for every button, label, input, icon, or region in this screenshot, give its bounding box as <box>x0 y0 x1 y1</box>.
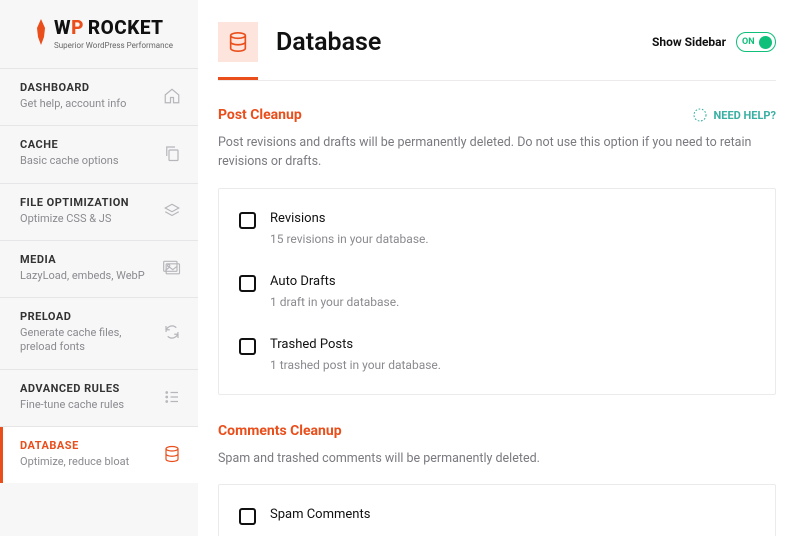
nav-title: MEDIA <box>20 253 145 266</box>
show-sidebar-label: Show Sidebar <box>652 35 726 49</box>
main-panel: Database Show Sidebar ON Post Cleanup NE… <box>198 0 800 536</box>
option-revisions: Revisions 15 revisions in your database. <box>219 197 775 260</box>
option-title: Revisions <box>270 211 429 226</box>
nav-sub: Basic cache options <box>20 154 119 168</box>
nav-title: CACHE <box>20 138 119 151</box>
help-icon <box>692 107 708 123</box>
brand-wp: WP <box>54 19 84 38</box>
page-title: Database <box>276 28 634 57</box>
section-title: Comments Cleanup <box>218 423 342 439</box>
toggle-knob <box>759 36 772 49</box>
checkbox-auto-drafts[interactable] <box>239 275 256 292</box>
brand-logo: WP ROCKET Superior WordPress Performance <box>0 0 198 68</box>
sidebar-item-cache[interactable]: CACHE Basic cache options <box>0 125 198 182</box>
checkbox-trashed-posts[interactable] <box>239 338 256 355</box>
sidebar-item-preload[interactable]: PRELOAD Generate cache files, preload fo… <box>0 297 198 369</box>
brand-rocket: ROCKET <box>88 16 164 39</box>
checkbox-revisions[interactable] <box>239 212 256 229</box>
option-sub: 1 trashed post in your database. <box>270 358 441 372</box>
sidebar-item-advanced-rules[interactable]: ADVANCED RULES Fine-tune cache rules <box>0 369 198 426</box>
images-icon <box>162 258 182 278</box>
section-head-post-cleanup: Post Cleanup NEED HELP? <box>218 107 776 123</box>
show-sidebar-control: Show Sidebar ON <box>652 32 776 52</box>
option-auto-drafts: Auto Drafts 1 draft in your database. <box>219 260 775 323</box>
sidebar: WP ROCKET Superior WordPress Performance… <box>0 0 198 536</box>
sidebar-item-file-optimization[interactable]: FILE OPTIMIZATION Optimize CSS & JS <box>0 183 198 240</box>
brand-mark: WP ROCKET Superior WordPress Performance <box>34 16 178 50</box>
page-icon <box>218 22 258 62</box>
need-help-button[interactable]: NEED HELP? <box>692 107 777 123</box>
option-sub: 15 revisions in your database. <box>270 232 429 246</box>
section-comments-cleanup: Comments Cleanup Spam and trashed commen… <box>218 423 776 536</box>
sidebar-item-database[interactable]: DATABASE Optimize, reduce bloat <box>0 426 198 483</box>
page-icon-underline <box>218 77 258 80</box>
need-help-label: NEED HELP? <box>714 109 777 122</box>
database-icon <box>162 444 182 464</box>
nav-sub: Generate cache files, preload fonts <box>20 326 154 355</box>
option-title: Auto Drafts <box>270 274 399 289</box>
page-header: Database Show Sidebar ON <box>218 22 776 80</box>
checkbox-spam-comments[interactable] <box>239 508 256 525</box>
nav-sub: Optimize CSS & JS <box>20 212 129 226</box>
list-icon <box>162 387 182 407</box>
nav-sub: Get help, account info <box>20 97 126 111</box>
sidebar-item-dashboard[interactable]: DASHBOARD Get help, account info <box>0 68 198 125</box>
brand-tagline: Superior WordPress Performance <box>54 41 173 50</box>
nav-sub: LazyLoad, embeds, WebP <box>20 269 145 283</box>
sidebar-item-media[interactable]: MEDIA LazyLoad, embeds, WebP <box>0 240 198 297</box>
nav-title: ADVANCED RULES <box>20 382 124 395</box>
header-divider <box>218 80 776 81</box>
comments-cleanup-card: Spam Comments <box>218 484 776 536</box>
sidebar-nav: DASHBOARD Get help, account info CACHE B… <box>0 68 198 483</box>
nav-title: DATABASE <box>20 439 129 452</box>
nav-title: FILE OPTIMIZATION <box>20 196 129 209</box>
option-trashed-posts: Trashed Posts 1 trashed post in your dat… <box>219 323 775 386</box>
option-title: Trashed Posts <box>270 337 441 352</box>
nav-title: DASHBOARD <box>20 81 126 94</box>
layers-icon <box>162 201 182 221</box>
section-head-comments-cleanup: Comments Cleanup <box>218 423 776 439</box>
option-sub: 1 draft in your database. <box>270 295 399 309</box>
refresh-icon <box>162 322 182 342</box>
show-sidebar-toggle[interactable]: ON <box>736 32 776 52</box>
section-desc: Post revisions and drafts will be perman… <box>218 133 776 172</box>
copy-icon <box>162 143 182 163</box>
nav-title: PRELOAD <box>20 310 154 323</box>
toggle-on-text: ON <box>742 37 755 47</box>
nav-sub: Fine-tune cache rules <box>20 398 124 412</box>
option-spam-comments: Spam Comments <box>219 493 775 536</box>
rocket-icon <box>34 19 48 49</box>
section-title: Post Cleanup <box>218 107 302 123</box>
post-cleanup-card: Revisions 15 revisions in your database.… <box>218 188 776 395</box>
section-desc: Spam and trashed comments will be perman… <box>218 449 776 468</box>
nav-sub: Optimize, reduce bloat <box>20 455 129 469</box>
app-root: WP ROCKET Superior WordPress Performance… <box>0 0 800 536</box>
option-title: Spam Comments <box>270 507 370 522</box>
home-icon <box>162 86 182 106</box>
